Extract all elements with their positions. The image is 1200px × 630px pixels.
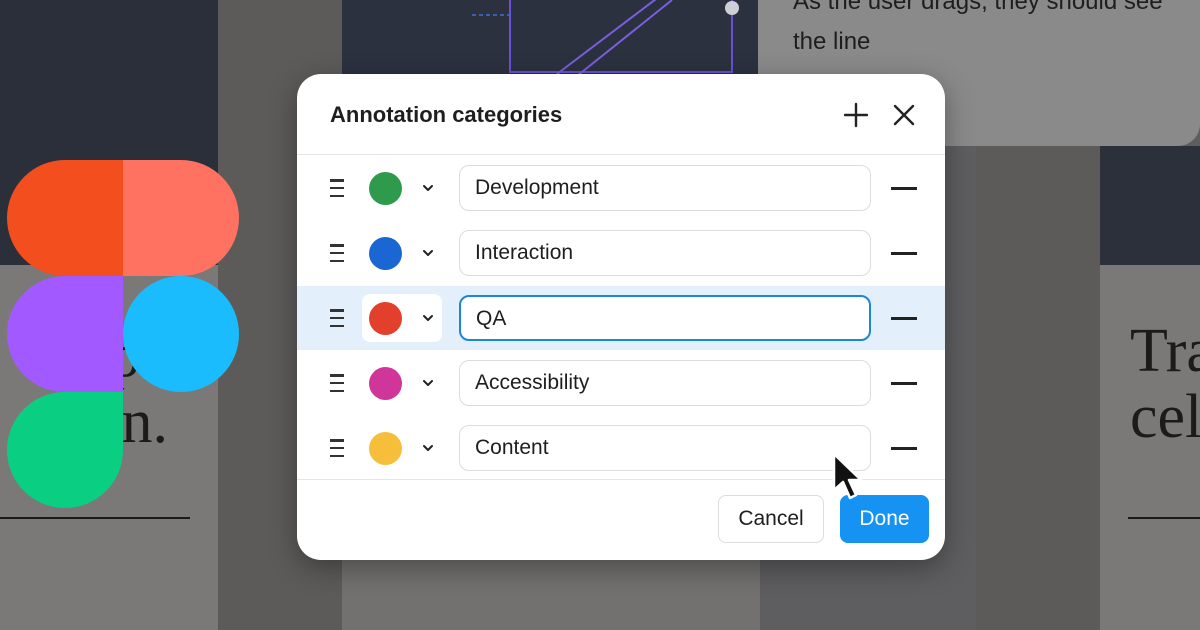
annotation-note-text: As the user drags, they should see the l… <box>793 0 1163 55</box>
drag-handle-icon[interactable] <box>330 244 346 262</box>
figma-logo-purple <box>7 276 123 392</box>
minus-icon <box>891 187 917 190</box>
color-picker-button[interactable] <box>362 229 442 277</box>
drag-handle-icon[interactable] <box>330 439 346 457</box>
chevron-down-icon <box>423 250 433 256</box>
drag-handle-icon[interactable] <box>330 179 346 197</box>
chevron-down-icon <box>423 315 433 321</box>
minus-icon <box>891 447 917 450</box>
close-dialog-button[interactable] <box>887 98 921 132</box>
color-picker-button[interactable] <box>362 359 442 407</box>
color-swatch <box>369 367 402 400</box>
cancel-button[interactable]: Cancel <box>718 495 824 543</box>
category-row: QA <box>297 286 945 350</box>
category-row: Interaction <box>297 221 945 285</box>
canvas-gap-right <box>976 146 1100 630</box>
category-row: Accessibility <box>297 351 945 415</box>
color-picker-button[interactable] <box>362 294 442 342</box>
figma-logo-blue <box>123 276 239 392</box>
chevron-down-icon <box>423 380 433 386</box>
prototype-connection-lines <box>472 0 739 81</box>
color-swatch <box>369 432 402 465</box>
category-name-input[interactable]: Accessibility <box>459 360 871 406</box>
drag-handle-icon[interactable] <box>330 374 346 392</box>
color-swatch <box>369 302 402 335</box>
canvas-frame-dark-right <box>1100 146 1200 266</box>
right-card-heading: Tra cele <box>1130 318 1200 450</box>
add-category-button[interactable] <box>839 98 873 132</box>
color-swatch <box>369 237 402 270</box>
minus-icon <box>891 382 917 385</box>
color-picker-button[interactable] <box>362 164 442 212</box>
color-picker-button[interactable] <box>362 424 442 472</box>
close-icon <box>893 104 915 126</box>
minus-icon <box>891 317 917 320</box>
right-card-rule <box>1128 517 1200 519</box>
chevron-down-icon <box>423 185 433 191</box>
category-name-input[interactable]: Development <box>459 165 871 211</box>
category-row: Development <box>297 156 945 220</box>
minus-icon <box>891 252 917 255</box>
figma-logo-coral <box>123 160 239 276</box>
drag-handle-icon[interactable] <box>330 309 346 327</box>
dialog-title: Annotation categories <box>330 102 563 127</box>
header-divider <box>297 154 945 155</box>
chevron-down-icon <box>423 445 433 451</box>
category-name-input[interactable]: QA <box>459 295 871 341</box>
category-name-input[interactable]: Interaction <box>459 230 871 276</box>
mouse-pointer-icon <box>832 452 863 500</box>
figma-logo-red <box>7 160 123 276</box>
left-card-rule <box>0 517 190 519</box>
color-swatch <box>369 172 402 205</box>
figma-logo <box>7 160 239 508</box>
figma-logo-green <box>7 392 123 508</box>
plus-icon <box>843 102 869 128</box>
category-name-input[interactable]: Content <box>459 425 871 471</box>
